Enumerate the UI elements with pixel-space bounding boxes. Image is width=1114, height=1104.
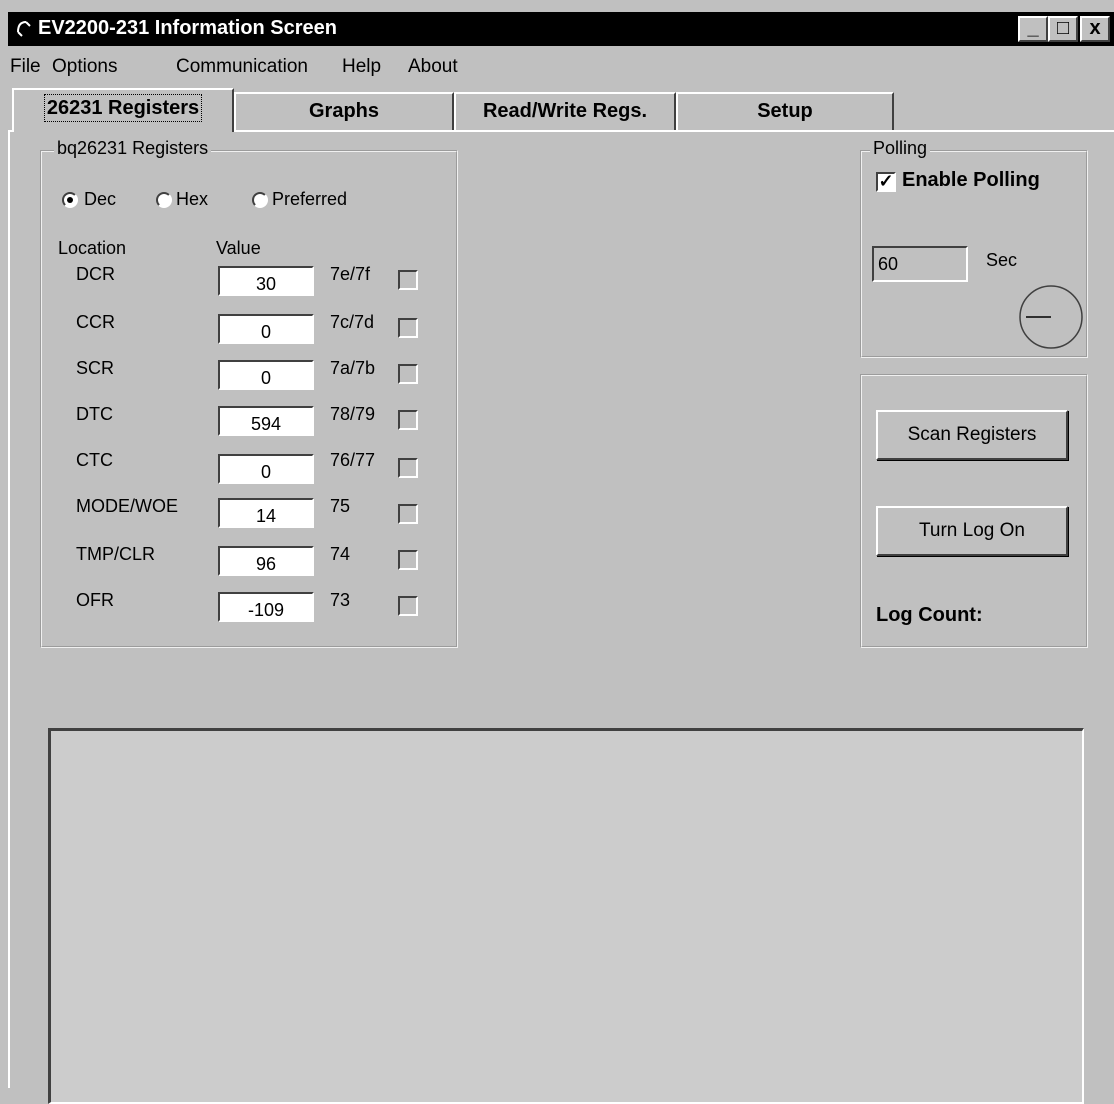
register-checkbox[interactable]	[398, 410, 418, 430]
register-name: CTC	[76, 450, 113, 470]
tab-26231-registers[interactable]: 26231 Registers	[12, 88, 234, 132]
maximize-button[interactable]: □	[1048, 16, 1078, 42]
register-address: 7e/7f	[330, 264, 371, 284]
value-header: Value	[216, 238, 261, 258]
register-checkbox[interactable]	[398, 318, 418, 338]
registers-group: bq26231 Registers Dec Hex Preferred Loca…	[40, 138, 458, 648]
polling-dial-icon[interactable]	[1018, 284, 1084, 350]
menu-file[interactable]: File	[10, 56, 41, 78]
maximize-icon: □	[1056, 17, 1070, 39]
register-checkbox[interactable]	[398, 270, 418, 290]
close-button[interactable]: x	[1080, 16, 1110, 42]
register-name: DCR	[76, 264, 115, 284]
register-address: 76/77	[330, 450, 376, 470]
tab-strip: 26231 Registers Graphs Read/Write Regs. …	[8, 86, 1114, 132]
register-value-field[interactable]: -109	[218, 592, 314, 622]
tab-panel: bq26231 Registers Dec Hex Preferred Loca…	[8, 130, 1114, 1104]
register-value-field[interactable]: 0	[218, 314, 314, 344]
menu-help[interactable]: Help	[342, 56, 381, 78]
tab-graphs[interactable]: Graphs	[234, 92, 454, 130]
menu-bar: File Options Communication Help About	[8, 48, 1114, 86]
register-name: DTC	[76, 404, 113, 424]
radio-dec[interactable]	[62, 192, 78, 208]
polling-group: Polling ✓ Enable Polling 60 Sec	[860, 138, 1088, 358]
location-header: Location	[58, 238, 127, 258]
registers-group-title: bq26231 Registers	[54, 138, 212, 159]
register-value-field[interactable]: 30	[218, 266, 314, 296]
enable-polling-label: Enable Polling	[902, 169, 1040, 191]
menu-communication[interactable]: Communication	[176, 56, 308, 78]
tab-label: 26231 Registers	[43, 94, 203, 122]
app-icon	[17, 21, 31, 37]
register-name: MODE/WOE	[76, 496, 178, 516]
tab-label: Setup	[757, 100, 813, 122]
register-address: 7a/7b	[330, 358, 376, 378]
menu-options[interactable]: Options	[52, 56, 117, 78]
register-checkbox[interactable]	[398, 550, 418, 570]
minimize-icon: _	[1027, 17, 1039, 39]
minimize-button[interactable]: _	[1018, 16, 1048, 42]
radio-preferred-label: Preferred	[272, 189, 348, 209]
register-checkbox[interactable]	[398, 364, 418, 384]
register-name: CCR	[76, 312, 115, 332]
register-address: 74	[330, 544, 351, 564]
enable-polling-checkbox[interactable]: ✓	[876, 172, 896, 192]
polling-interval-unit: Sec	[986, 250, 1018, 270]
tab-read-write-regs[interactable]: Read/Write Regs.	[454, 92, 676, 130]
tab-setup[interactable]: Setup	[676, 92, 894, 130]
register-name: SCR	[76, 358, 115, 378]
title-bar[interactable]: EV2200-231 Information Screen _ □ x	[8, 12, 1114, 46]
radio-hex-label: Hex	[176, 189, 209, 209]
register-address: 78/79	[330, 404, 376, 424]
polling-interval-field[interactable]: 60	[872, 246, 968, 282]
radio-hex[interactable]	[156, 192, 172, 208]
register-checkbox[interactable]	[398, 504, 418, 524]
register-checkbox[interactable]	[398, 596, 418, 616]
polling-group-title: Polling	[870, 138, 931, 159]
register-value-field[interactable]: 0	[218, 454, 314, 484]
output-area[interactable]	[48, 728, 1084, 1104]
register-name: OFR	[76, 590, 114, 610]
radio-dec-label: Dec	[84, 189, 117, 209]
register-value-field[interactable]: 0	[218, 360, 314, 390]
scan-registers-button[interactable]: Scan Registers	[876, 410, 1068, 460]
window-title: EV2200-231 Information Screen	[38, 17, 338, 39]
radio-preferred[interactable]	[252, 192, 268, 208]
actions-group: Scan Registers Turn Log On Log Count:	[860, 374, 1088, 648]
register-address: 7c/7d	[330, 312, 375, 332]
register-value-field[interactable]: 594	[218, 406, 314, 436]
close-icon: x	[1089, 17, 1101, 39]
register-checkbox[interactable]	[398, 458, 418, 478]
register-value-field[interactable]: 96	[218, 546, 314, 576]
register-name: TMP/CLR	[76, 544, 156, 564]
register-value-field[interactable]: 14	[218, 498, 314, 528]
register-address: 75	[330, 496, 351, 516]
tab-label: Read/Write Regs.	[482, 100, 648, 122]
log-count-label: Log Count:	[876, 604, 983, 626]
turn-log-on-button[interactable]: Turn Log On	[876, 506, 1068, 556]
menu-about[interactable]: About	[408, 56, 458, 78]
tab-label: Graphs	[308, 100, 380, 122]
register-address: 73	[330, 590, 351, 610]
